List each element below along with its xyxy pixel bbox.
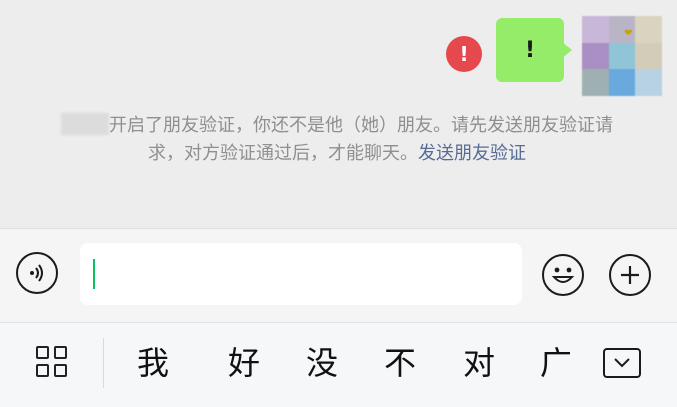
voice-button[interactable] bbox=[16, 252, 58, 294]
send-verification-link[interactable]: 发送朋友验证 bbox=[418, 143, 526, 164]
chat-area: ! ! ❤ 开启了朋友验证，你还不是他（她）朋友。请先发送朋友验证请求，对方验证… bbox=[0, 0, 677, 228]
keyboard-suggestion-bar bbox=[0, 322, 677, 407]
voice-icon bbox=[30, 264, 43, 282]
suggestion-item[interactable]: 对 bbox=[463, 340, 495, 386]
send-failed-icon[interactable]: ! bbox=[446, 36, 482, 72]
send-failed-glyph: ! bbox=[459, 42, 469, 66]
message-text: ! bbox=[524, 37, 536, 63]
suggestion-item[interactable]: 广 bbox=[540, 340, 570, 386]
bubble-tail bbox=[562, 42, 572, 58]
message-bubble[interactable]: ! bbox=[496, 18, 564, 82]
notice-text: 开启了朋友验证，你还不是他（她）朋友。请先发送朋友验证请求，对方验证通过后，才能… bbox=[109, 115, 613, 164]
avatar[interactable] bbox=[582, 16, 662, 96]
friend-verification-notice: 开启了朋友验证，你还不是他（她）朋友。请先发送朋友验证请求，对方验证通过后，才能… bbox=[58, 112, 616, 168]
message-row: ! ! ❤ bbox=[0, 14, 677, 96]
keyboard-hide-button[interactable] bbox=[603, 348, 641, 378]
plus-icon bbox=[621, 266, 639, 284]
text-caret bbox=[93, 259, 95, 289]
keyboard-hide-icon bbox=[614, 358, 630, 368]
suggestion-item[interactable]: 没 bbox=[306, 340, 338, 386]
emoji-button[interactable] bbox=[542, 254, 584, 296]
message-input[interactable] bbox=[80, 243, 522, 305]
blurred-name bbox=[61, 113, 109, 135]
suggestion-item[interactable]: 好 bbox=[228, 340, 260, 386]
keyboard-grid-icon[interactable] bbox=[36, 346, 70, 380]
divider bbox=[103, 338, 104, 388]
more-button[interactable] bbox=[609, 254, 651, 296]
suggestion-item[interactable]: 不 bbox=[384, 340, 416, 386]
suggestion-item[interactable]: 我 bbox=[137, 340, 169, 386]
avatar-badge: ❤ bbox=[624, 28, 633, 39]
emoji-icon bbox=[551, 267, 575, 283]
